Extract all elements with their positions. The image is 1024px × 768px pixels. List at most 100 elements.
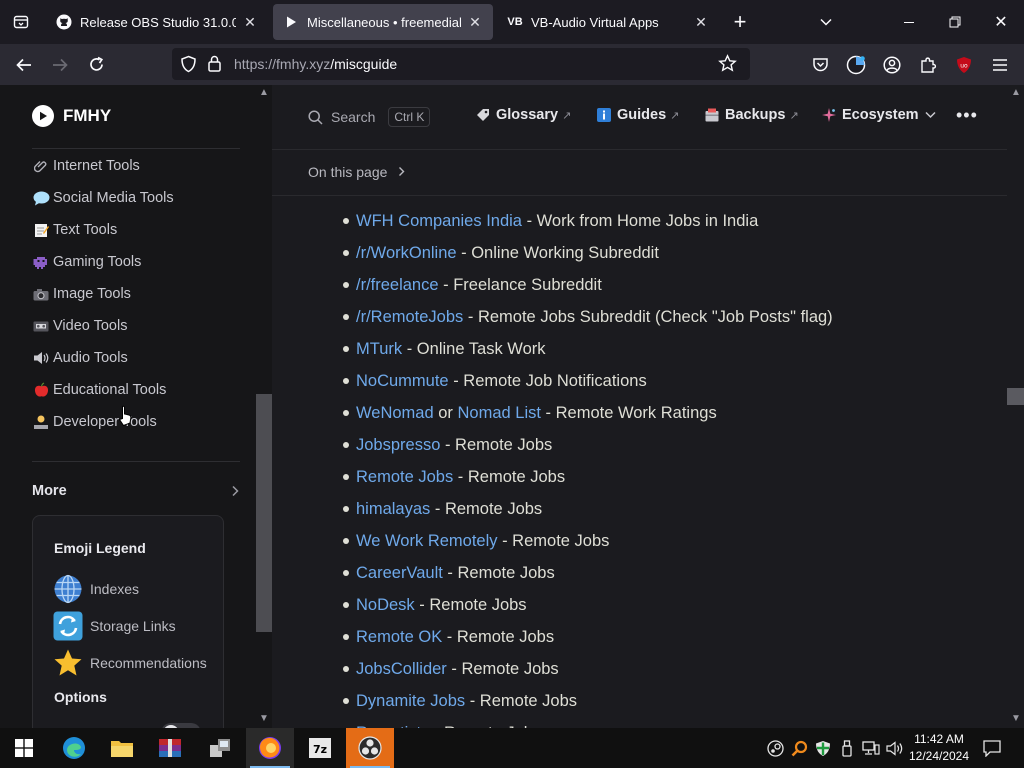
resource-link[interactable]: CareerVault: [356, 564, 443, 583]
arrow-right-icon: [53, 58, 68, 71]
menu-button[interactable]: [982, 44, 1018, 85]
scroll-down-arrow-icon[interactable]: ▼: [1011, 713, 1021, 724]
resource-link[interactable]: Dynamite Jobs: [356, 692, 465, 711]
resource-link[interactable]: Remote Jobs: [356, 468, 453, 487]
windows-taskbar: 7z 11:42 AM 12/24/2024: [0, 728, 1024, 768]
tab-fmhy-misc[interactable]: Miscellaneous • freemediaheckyeah ✕: [273, 4, 493, 40]
resource-link[interactable]: /r/WorkOnline: [356, 244, 457, 263]
extensions-button[interactable]: [910, 44, 946, 85]
start-button[interactable]: [0, 728, 48, 768]
tab-obs-release[interactable]: Release OBS Studio 31.0.0 · obsproject ✕: [46, 4, 268, 40]
obs-icon: [358, 736, 382, 760]
sidebar-item-developer-tools[interactable]: Developer Tools: [32, 411, 157, 433]
technologist-icon: [32, 414, 50, 430]
sidebar-item-educational-tools[interactable]: Educational Tools: [32, 379, 166, 401]
taskbar-winrar[interactable]: [146, 728, 194, 768]
resource-link[interactable]: JobsCollider: [356, 660, 447, 679]
tray-windows-security[interactable]: [812, 728, 834, 768]
sidebar-item-image-tools[interactable]: Image Tools: [32, 283, 131, 305]
resource-link[interactable]: /r/RemoteJobs: [356, 308, 463, 327]
sidebar-item-video-tools[interactable]: Video Tools: [32, 315, 127, 337]
chevron-right-icon: [232, 485, 239, 497]
minimize-button[interactable]: [886, 0, 932, 44]
tab-overflow-button[interactable]: [812, 0, 840, 44]
taskbar-obs-studio[interactable]: [346, 728, 394, 768]
tray-network[interactable]: [860, 728, 882, 768]
resource-link[interactable]: WFH Companies India: [356, 212, 522, 231]
tray-search-tool[interactable]: [788, 728, 810, 768]
more-section-toggle[interactable]: More: [32, 480, 240, 502]
nav-link-guides[interactable]: Guides ↗: [597, 107, 679, 123]
usb-drive-icon: [842, 739, 852, 757]
pocket-button[interactable]: [802, 44, 838, 85]
close-icon[interactable]: ✕: [693, 14, 709, 31]
sidebar-item-label: Internet Tools: [53, 158, 140, 174]
sidebar-item-social-media-tools[interactable]: Social Media Tools: [32, 187, 174, 209]
nav-link-backups[interactable]: Backups ↗: [705, 107, 799, 123]
taskbar-file-explorer[interactable]: [98, 728, 146, 768]
taskbar-clock[interactable]: 11:42 AM 12/24/2024: [906, 731, 972, 765]
taskbar-app-installer[interactable]: [196, 728, 244, 768]
ublock-button[interactable]: uo: [946, 44, 982, 85]
sidebar-scrollbar[interactable]: ▲ ▼: [256, 85, 272, 728]
on-this-page-toggle[interactable]: On this page: [308, 164, 406, 180]
taskbar-7zip[interactable]: 7z: [296, 728, 344, 768]
new-tab-button[interactable]: +: [726, 0, 754, 44]
taskbar-firefox[interactable]: [246, 728, 294, 768]
sidebar-item-internet-tools[interactable]: Internet Tools: [32, 155, 140, 177]
resource-link[interactable]: MTurk: [356, 340, 402, 359]
resource-link[interactable]: We Work Remotely: [356, 532, 498, 551]
resource-link[interactable]: Jobspresso: [356, 436, 440, 455]
list-item: Dynamite Jobs - Remote Jobs: [343, 685, 833, 717]
sidebar-scroll-thumb[interactable]: [256, 394, 272, 632]
lock-icon[interactable]: [207, 55, 222, 77]
tray-volume[interactable]: [884, 728, 906, 768]
content-scrollbar[interactable]: ▲ ▼: [1007, 85, 1024, 728]
resource-link[interactable]: Remote OK: [356, 628, 442, 647]
scroll-down-arrow-icon[interactable]: ▼: [259, 713, 269, 724]
forward-button[interactable]: [42, 44, 78, 85]
nav-link-glossary[interactable]: Glossary ↗: [476, 107, 571, 123]
action-center-button[interactable]: [978, 728, 1006, 768]
sidebar-item-gaming-tools[interactable]: Gaming Tools: [32, 251, 141, 273]
content-scroll-thumb[interactable]: [1007, 388, 1024, 405]
close-window-button[interactable]: ✕: [978, 0, 1024, 44]
search-button[interactable]: Search Ctrl K: [308, 101, 431, 133]
extension-button[interactable]: [838, 44, 874, 85]
more-label: More: [32, 483, 67, 499]
restore-button[interactable]: [932, 0, 978, 44]
sidebar-item-audio-tools[interactable]: Audio Tools: [32, 347, 128, 369]
alien-monster-icon: [32, 254, 50, 270]
firefox-icon: [259, 737, 281, 759]
resource-link[interactable]: himalayas: [356, 500, 430, 519]
tag-icon: [476, 108, 490, 122]
more-options-icon[interactable]: •••: [956, 105, 978, 126]
on-this-page-bar[interactable]: On this page: [272, 150, 1007, 196]
scroll-up-arrow-icon[interactable]: ▲: [1011, 87, 1021, 98]
close-icon[interactable]: ✕: [467, 14, 483, 31]
chevron-right-icon: [399, 167, 405, 176]
account-button[interactable]: [874, 44, 910, 85]
resource-link[interactable]: NoDesk: [356, 596, 415, 615]
sidebar-item-text-tools[interactable]: Text Tools: [32, 219, 117, 241]
list-all-tabs-button[interactable]: [0, 0, 42, 44]
tray-usb-device[interactable]: [836, 728, 858, 768]
taskbar-edge[interactable]: [50, 728, 98, 768]
shield-icon[interactable]: [180, 55, 197, 78]
navigation-toolbar: https://fmhy.xyz/miscguide uo: [0, 44, 1024, 85]
tray-steam[interactable]: [764, 728, 786, 768]
nav-link-ecosystem[interactable]: Ecosystem: [822, 107, 936, 123]
bookmark-star-icon[interactable]: [718, 54, 737, 78]
tab-vb-audio[interactable]: VB VB-Audio Virtual Apps ✕: [497, 4, 719, 40]
back-button[interactable]: [6, 44, 42, 85]
list-item: JobsCollider - Remote Jobs: [343, 653, 833, 685]
address-bar[interactable]: https://fmhy.xyz/miscguide: [172, 48, 750, 80]
site-logo[interactable]: FMHY: [32, 105, 111, 127]
close-icon[interactable]: ✕: [242, 14, 258, 31]
resource-link[interactable]: /r/freelance: [356, 276, 439, 295]
reload-button[interactable]: [78, 44, 114, 85]
resource-link[interactable]: Nomad List: [458, 404, 541, 423]
resource-link[interactable]: NoCummute: [356, 372, 449, 391]
scroll-up-arrow-icon[interactable]: ▲: [259, 87, 269, 98]
resource-link[interactable]: WeNomad: [356, 404, 434, 423]
